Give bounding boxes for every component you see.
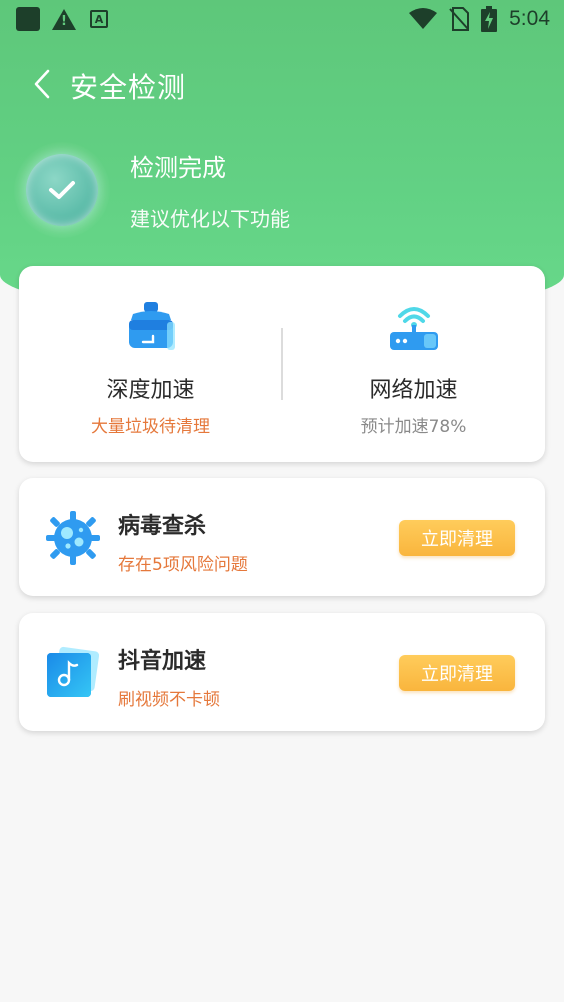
wifi-icon (409, 8, 438, 29)
feature-network-speedup[interactable]: 网络加速 预计加速78% (282, 266, 545, 462)
status-bar-system: 5:04 (409, 6, 550, 32)
status-bar: A 5:04 (0, 0, 564, 38)
feature-title: 深度加速 (106, 378, 195, 403)
list-item-title: 抖音加速 (118, 649, 207, 674)
scan-status-subtitle: 建议优化以下功能 (130, 207, 290, 231)
music-note-icon (47, 646, 100, 697)
list-item-douyin-speedup: 抖音加速 刷视频不卡顿 立即清理 (19, 613, 545, 731)
list-item-subtitle: 刷视频不卡顿 (118, 690, 220, 710)
broom-icon (128, 302, 175, 350)
feature-card: 深度加速 大量垃圾待清理 网络加速 预计加速78% (19, 266, 545, 462)
clean-now-button[interactable]: 立即清理 (399, 520, 515, 556)
scan-complete-badge (14, 142, 110, 238)
router-wifi-icon (389, 307, 438, 350)
feature-subtitle: 预计加速78% (360, 417, 467, 437)
warning-icon (52, 8, 76, 30)
back-button[interactable] (22, 64, 62, 104)
status-bar-notifications: A (16, 7, 108, 31)
battery-charging-icon (481, 6, 498, 32)
check-circle (26, 154, 98, 226)
app-header: 安全检测 (0, 58, 564, 110)
checkmark-icon (49, 181, 75, 199)
clean-now-button[interactable]: 立即清理 (399, 655, 515, 691)
no-sim-icon (449, 7, 470, 31)
chevron-left-icon (34, 69, 50, 99)
feature-deep-speedup[interactable]: 深度加速 大量垃圾待清理 (19, 266, 282, 462)
feature-title: 网络加速 (369, 378, 458, 403)
clock: 5:04 (509, 7, 550, 30)
scan-status-title: 检测完成 (130, 154, 226, 182)
page-title: 安全检测 (70, 71, 187, 104)
list-item-subtitle: 存在5项风险问题 (118, 555, 248, 575)
list-item-virus-scan: 病毒查杀 存在5项风险问题 立即清理 (19, 478, 545, 596)
accessibility-icon: A (90, 10, 108, 28)
list-item-title: 病毒查杀 (118, 514, 207, 539)
virus-icon (46, 511, 100, 565)
feature-subtitle: 大量垃圾待清理 (91, 417, 210, 437)
app-notification-icon (16, 7, 40, 31)
